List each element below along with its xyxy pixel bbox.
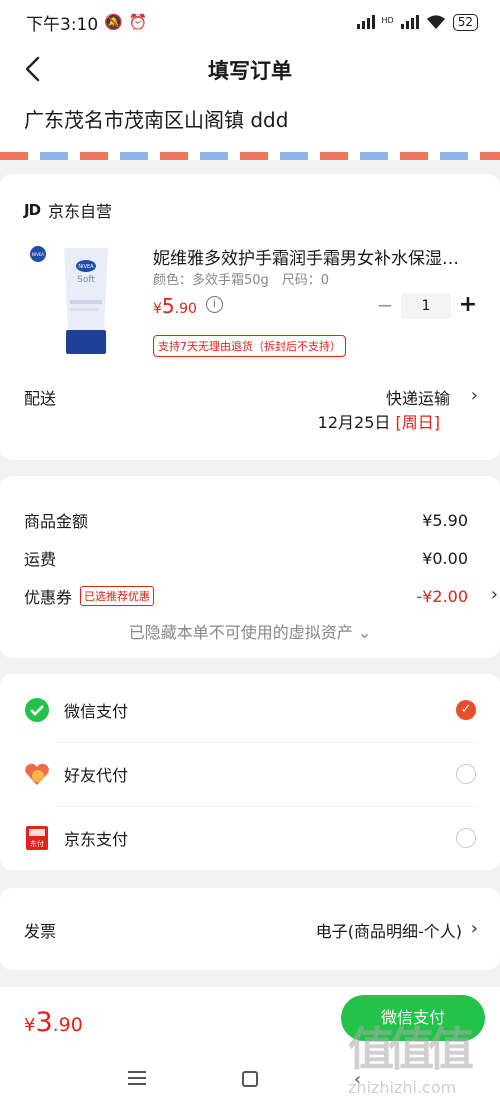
goods-amount-row: 商品金额 ¥5.90: [24, 508, 468, 532]
mute-bell-icon: 🔕: [104, 13, 123, 31]
shop-name: 京东自营: [48, 202, 113, 221]
wechat-pay-icon: [25, 698, 49, 722]
radio-unchecked-icon[interactable]: [456, 828, 476, 848]
delivery-chevron-icon[interactable]: ›: [471, 385, 478, 406]
coupon-label: 优惠券: [24, 588, 73, 607]
shipping-label: 运费: [24, 550, 57, 569]
delivery-method[interactable]: 快递运输: [386, 385, 450, 409]
delivery-address[interactable]: 广东茂名市茂南区山阁镇 ddd: [0, 94, 500, 154]
payment-option-jd[interactable]: 东付 京东支付: [24, 806, 476, 870]
total-price: ¥3.90: [24, 1007, 83, 1038]
total-integer: 3: [35, 1007, 53, 1038]
radio-unchecked-icon[interactable]: [456, 764, 476, 784]
alarm-icon: ⏰: [128, 13, 148, 31]
address-text: 广东茂名市茂南区山阁镇 ddd: [24, 108, 289, 132]
signal-2-icon: [400, 15, 419, 29]
shop-header: JD 京东自营: [24, 198, 112, 222]
menu-icon[interactable]: [128, 1071, 146, 1085]
delivery-label: 配送: [24, 389, 57, 408]
product-card: JD 京东自营 NIVEA NIVEA Soft 妮维雅多效护手霜润手霜男女补水…: [0, 174, 500, 460]
wifi-icon: [426, 15, 445, 29]
price-decimal: .90: [174, 301, 197, 317]
quantity-plus-button[interactable]: +: [456, 293, 480, 319]
goods-amount-value: ¥5.90: [422, 510, 468, 530]
quantity-minus-button[interactable]: −: [374, 295, 396, 317]
payment-card: 微信支付 ✓ 好友代付 东付 京东支付: [0, 674, 500, 870]
watermark-text: zhizhizhi.com: [348, 1078, 457, 1097]
invoice-value: 电子(商品明细-个人): [315, 922, 462, 941]
jd-pay-icon-text: 东付: [30, 839, 44, 848]
goods-amount-label: 商品金额: [24, 512, 89, 531]
invoice-card[interactable]: 发票 电子(商品明细-个人) ›: [0, 888, 500, 970]
product-price: ¥5.90: [153, 294, 197, 318]
invoice-label: 发票: [24, 922, 57, 941]
header: 填写订单: [0, 44, 500, 94]
status-bar: 下午3:10 🔕 ⏰ HD 52: [0, 0, 500, 44]
product-image[interactable]: NIVEA NIVEA Soft: [24, 244, 140, 356]
delivery-weekday: [周日]: [395, 413, 441, 432]
svg-text:NIVEA: NIVEA: [32, 252, 44, 257]
quantity-input[interactable]: 1: [401, 293, 451, 319]
delivery-date: 12月25日 [周日]: [318, 409, 440, 433]
status-time: 下午3:10: [26, 14, 99, 35]
payment-option-label: 好友代付: [64, 766, 129, 785]
friend-pay-heart-icon: [25, 763, 49, 785]
signal-icon: [356, 15, 375, 29]
payment-option-label: 京东支付: [64, 830, 129, 849]
jd-pay-icon: 东付: [26, 826, 48, 850]
delivery-date-text: 12月25日: [317, 413, 391, 432]
payment-option-label: 微信支付: [64, 702, 129, 721]
hidden-assets-toggle[interactable]: 已隐藏本单不可使用的虚拟资产 ⌄: [0, 619, 500, 643]
total-currency: ¥: [24, 1015, 36, 1036]
envelope-stripe: [0, 152, 500, 160]
coupon-value: -¥2.00: [416, 586, 468, 606]
product-spec: 颜色：多效手霜50g 尺码：0: [153, 273, 330, 288]
shipping-value: ¥0.00: [422, 548, 468, 568]
return-policy-badge: 支持7天无理由退货（拆封后不支持）: [153, 335, 346, 357]
hd-label: HD: [381, 15, 394, 25]
product-name[interactable]: 妮维雅多效护手霜润手霜男女补水保湿擦...: [153, 244, 473, 269]
page-title: 填写订单: [208, 59, 292, 83]
watermark-logo: 值值值: [348, 1022, 474, 1076]
product-image-text: Soft: [77, 275, 95, 285]
total-decimal: .90: [52, 1014, 83, 1036]
home-icon[interactable]: [242, 1071, 258, 1087]
payment-option-wechat[interactable]: 微信支付 ✓: [24, 678, 476, 742]
payment-option-friend[interactable]: 好友代付: [24, 742, 476, 806]
battery-indicator: 52: [452, 13, 478, 31]
invoice-chevron-icon[interactable]: ›: [471, 918, 478, 939]
price-currency: ¥: [153, 301, 162, 317]
jd-logo-icon: JD: [24, 201, 41, 219]
shipping-row: 运费 ¥0.00: [24, 546, 468, 570]
info-icon[interactable]: i: [206, 296, 223, 313]
coupon-badge: 已选推荐优惠: [80, 586, 155, 606]
price-integer: 5: [161, 294, 175, 318]
coupon-chevron-icon[interactable]: ›: [491, 584, 498, 605]
watermark: 值值值 zhizhizhi.com: [348, 1022, 488, 1107]
price-summary-card: 商品金额 ¥5.90 运费 ¥0.00 优惠券 已选推荐优惠 -¥2.00 › …: [0, 476, 500, 658]
coupon-row[interactable]: 优惠券 已选推荐优惠 -¥2.00: [24, 584, 468, 608]
product-image-brand: NIVEA: [78, 264, 94, 270]
radio-checked-icon[interactable]: ✓: [456, 700, 476, 720]
